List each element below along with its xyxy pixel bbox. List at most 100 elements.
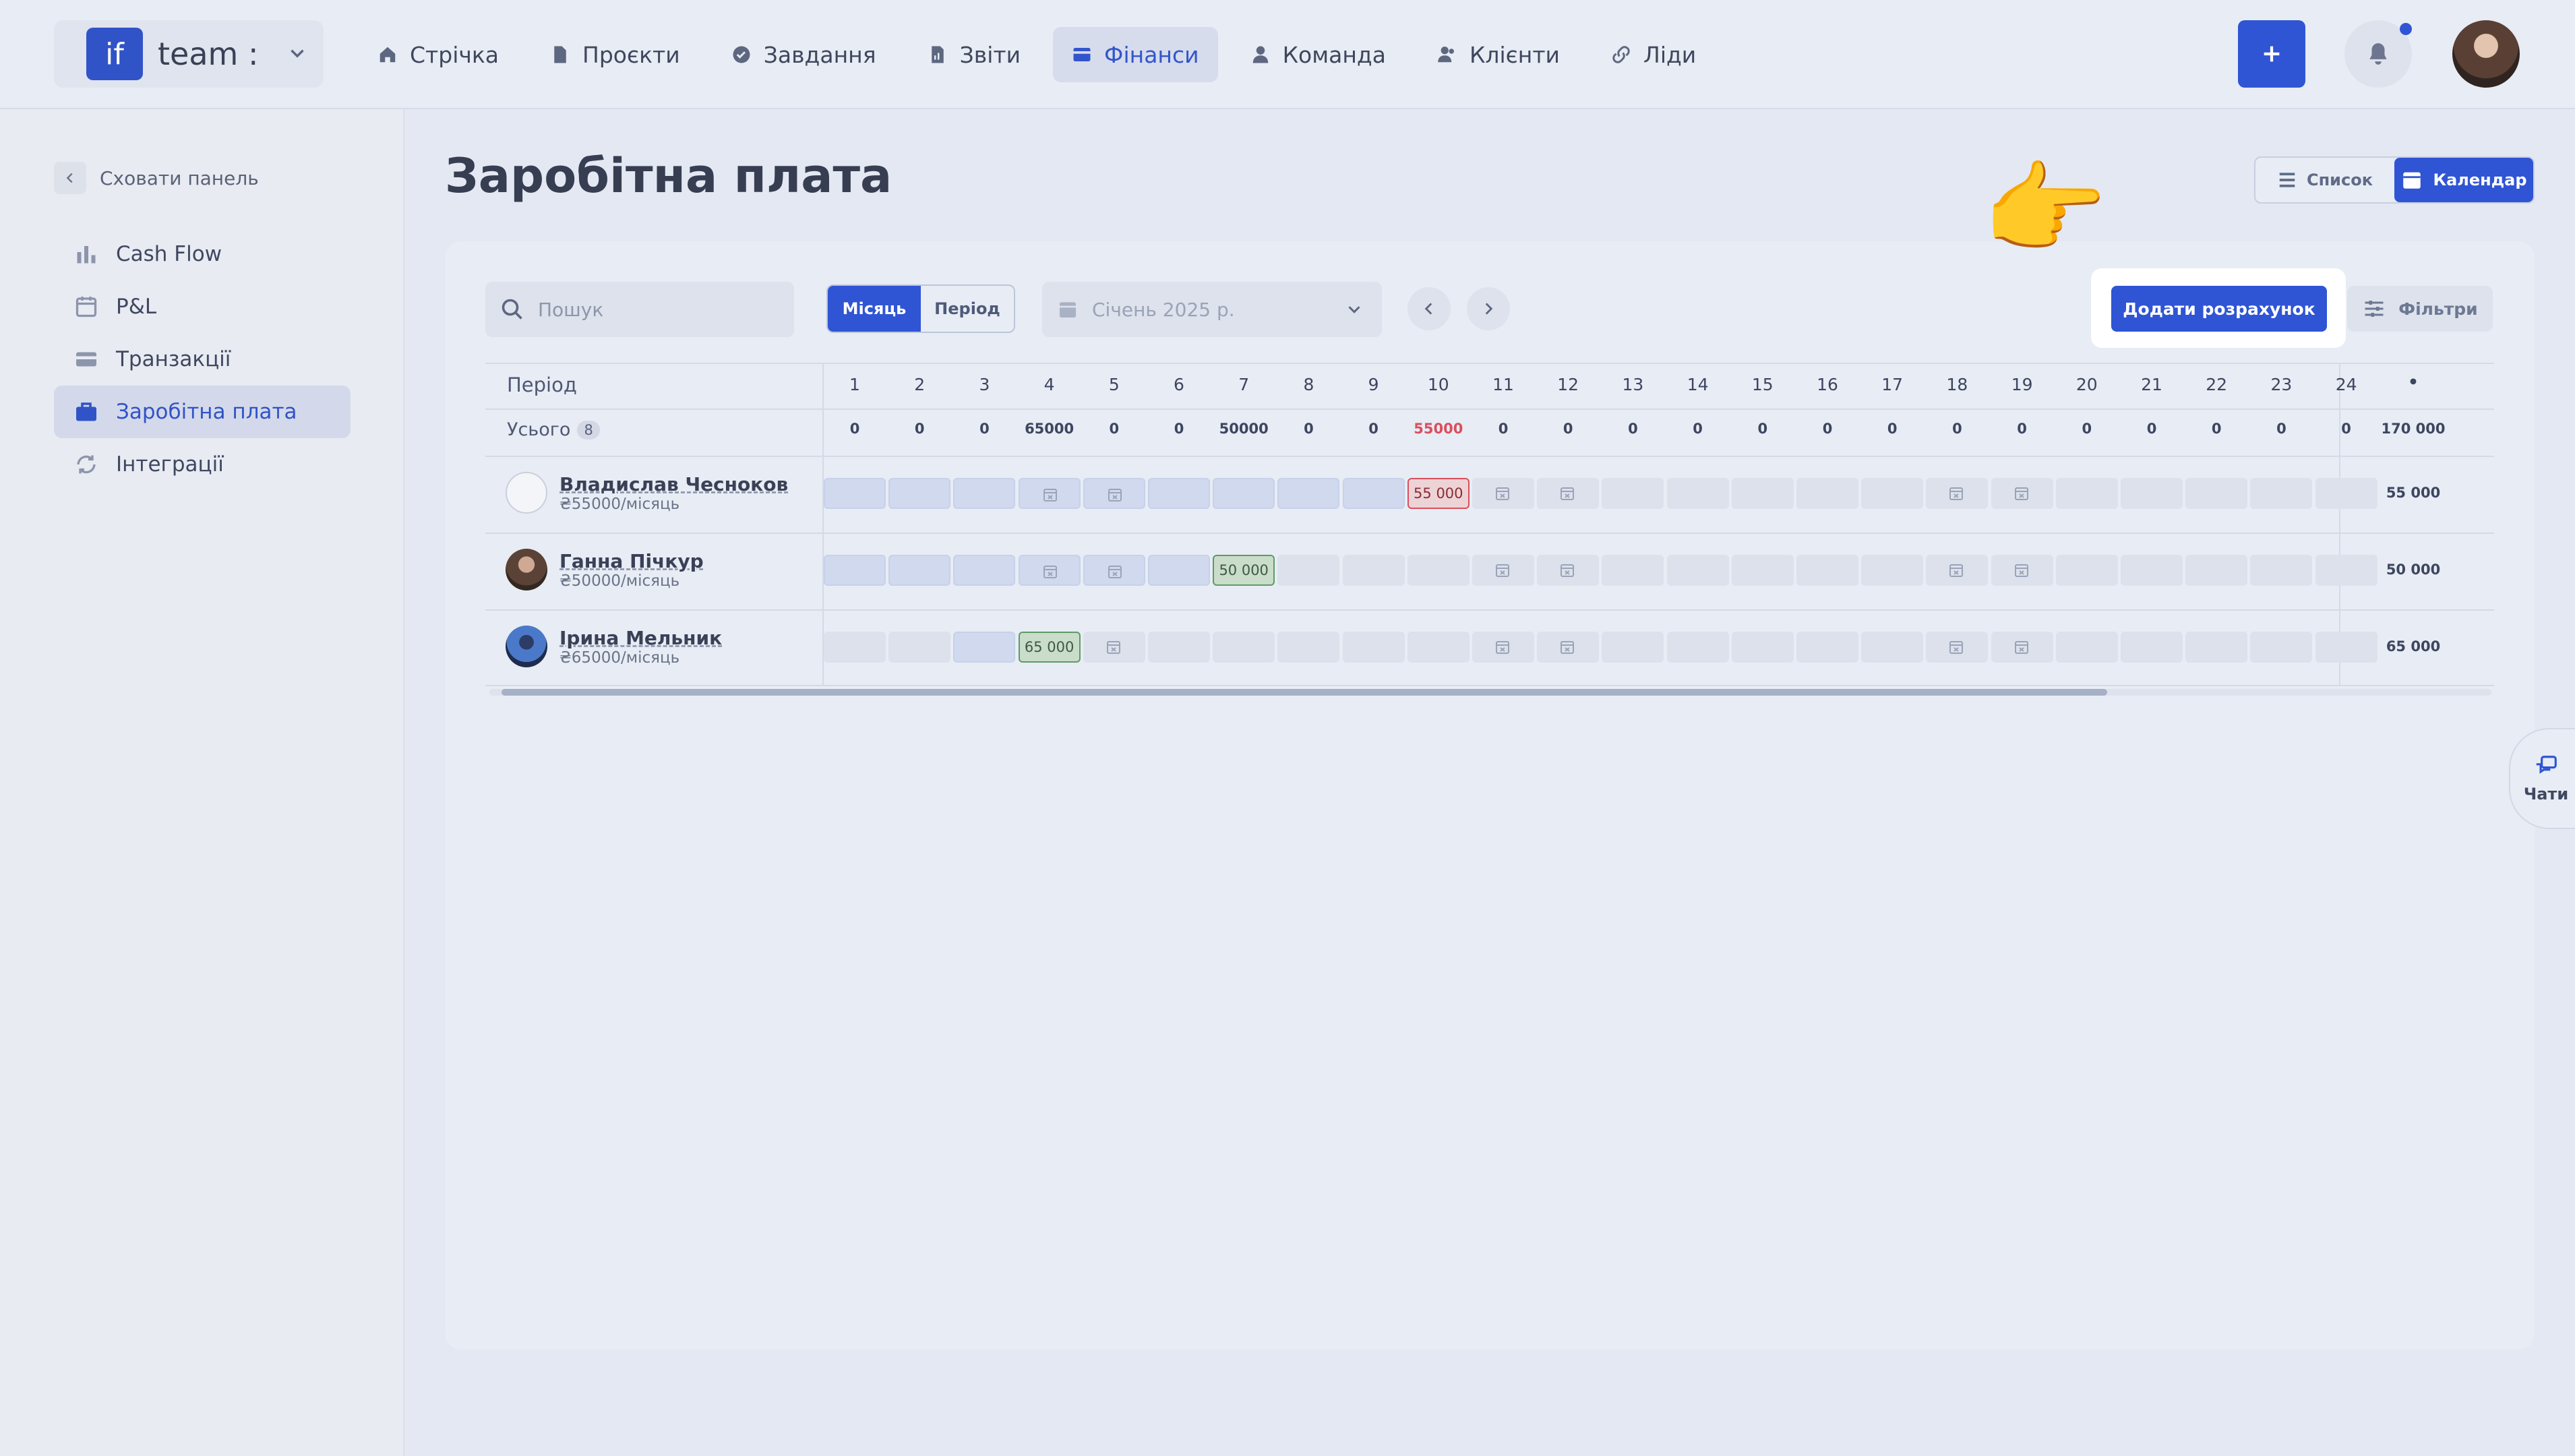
day-cell[interactable]	[888, 478, 951, 509]
search-input[interactable]: Пошук	[485, 282, 794, 337]
filters-button[interactable]: Фільтри	[2347, 286, 2493, 332]
day-cell[interactable]	[1342, 632, 1405, 663]
scrollbar-thumb[interactable]	[502, 689, 2107, 696]
employee-row-1[interactable]: Ганна Пічкур ₴50000/місяць	[506, 549, 704, 590]
day-cell[interactable]	[1537, 632, 1600, 663]
day-cell[interactable]	[1472, 555, 1534, 586]
day-cell[interactable]	[1731, 632, 1794, 663]
nav-item-finance[interactable]: Фінанси	[1053, 27, 1218, 82]
day-cell[interactable]	[953, 478, 1016, 509]
nav-item-projects[interactable]: Проєкти	[531, 27, 699, 82]
day-cell[interactable]	[2185, 478, 2248, 509]
day-cell[interactable]	[1018, 555, 1081, 586]
day-cell[interactable]	[1731, 478, 1794, 509]
day-cell[interactable]	[1666, 555, 1729, 586]
day-cell[interactable]	[2121, 478, 2183, 509]
day-cell[interactable]	[1991, 555, 2053, 586]
nav-item-tasks[interactable]: Завдання	[713, 27, 895, 82]
day-cell[interactable]	[1277, 632, 1340, 663]
next-month-button[interactable]	[1467, 287, 1510, 330]
day-cell[interactable]	[1018, 478, 1081, 509]
day-cell[interactable]	[1796, 478, 1858, 509]
day-cell[interactable]	[1991, 632, 2053, 663]
day-cell[interactable]	[2055, 632, 2118, 663]
sidebar-item-integrations[interactable]: Інтеграції	[54, 438, 351, 491]
nav-item-reports[interactable]: Звіти	[909, 27, 1039, 82]
day-cell[interactable]	[1537, 555, 1600, 586]
date-picker[interactable]: Січень 2025 р.	[1042, 282, 1382, 337]
day-cell[interactable]	[2250, 478, 2313, 509]
day-cell[interactable]	[1277, 478, 1340, 509]
day-cell[interactable]	[1861, 555, 1924, 586]
day-cell[interactable]	[1666, 478, 1729, 509]
day-cell[interactable]	[1861, 478, 1924, 509]
day-cell[interactable]	[2121, 632, 2183, 663]
day-cell[interactable]	[953, 632, 1016, 663]
day-cell[interactable]	[2250, 555, 2313, 586]
day-cell[interactable]	[1926, 555, 1989, 586]
employee-row-0[interactable]: Владислав Чесноков ₴55000/місяць	[506, 472, 788, 514]
day-cell[interactable]	[1602, 478, 1664, 509]
user-avatar[interactable]	[2452, 20, 2520, 88]
nav-item-clients[interactable]: Клієнти	[1418, 27, 1579, 82]
day-cell[interactable]	[1213, 632, 1275, 663]
nav-item-leads[interactable]: Ліди	[1592, 27, 1715, 82]
day-cell[interactable]	[1537, 478, 1600, 509]
day-cell[interactable]	[2315, 555, 2377, 586]
day-cell[interactable]	[1083, 632, 1145, 663]
employee-name[interactable]: Владислав Чесноков	[559, 473, 788, 495]
payment-badge[interactable]: 65 000	[1018, 632, 1081, 663]
day-cell[interactable]	[2315, 478, 2377, 509]
create-button[interactable]	[2238, 20, 2305, 88]
employee-name[interactable]: Ганна Пічкур	[559, 550, 704, 572]
payment-badge[interactable]: 55 000	[1407, 478, 1470, 509]
day-cell[interactable]	[2055, 478, 2118, 509]
day-cell[interactable]	[824, 478, 886, 509]
day-cell[interactable]	[2185, 632, 2248, 663]
day-cell[interactable]	[1277, 555, 1340, 586]
day-cell[interactable]	[888, 632, 951, 663]
day-cell[interactable]	[1407, 632, 1470, 663]
day-cell[interactable]	[1213, 478, 1275, 509]
day-cell[interactable]	[1472, 478, 1534, 509]
day-cell[interactable]	[1342, 478, 1405, 509]
day-cell[interactable]	[1991, 478, 2053, 509]
day-cell[interactable]	[1861, 632, 1924, 663]
nav-item-team[interactable]: Команда	[1232, 27, 1405, 82]
day-cell[interactable]	[1796, 555, 1858, 586]
nav-item-feed[interactable]: Стрічка	[359, 27, 518, 82]
mode-month-button[interactable]: Місяць	[828, 286, 921, 332]
calendar-view-button[interactable]: Календар	[2394, 158, 2533, 202]
sidebar-item-payroll[interactable]: Заробітна плата	[54, 386, 351, 438]
sidebar-item-pnl[interactable]: P&L	[54, 280, 351, 333]
day-cell[interactable]	[1148, 478, 1210, 509]
day-cell[interactable]	[1926, 632, 1989, 663]
employee-row-2[interactable]: Ірина Мельник ₴65000/місяць	[506, 626, 722, 667]
day-cell[interactable]	[1472, 632, 1534, 663]
workspace-switcher[interactable]: if team :	[54, 20, 324, 88]
day-cell[interactable]	[1148, 632, 1210, 663]
day-cell[interactable]	[1083, 555, 1145, 586]
payment-badge[interactable]: 50 000	[1213, 555, 1275, 586]
day-cell[interactable]	[1796, 632, 1858, 663]
day-cell[interactable]	[824, 632, 886, 663]
sidebar-item-transactions[interactable]: Транзакції	[54, 333, 351, 386]
day-cell[interactable]	[824, 555, 886, 586]
day-cell[interactable]	[1342, 555, 1405, 586]
day-cell[interactable]	[1602, 555, 1664, 586]
mode-period-button[interactable]: Період	[921, 286, 1014, 332]
sidebar-item-cash-flow[interactable]: Cash Flow	[54, 228, 351, 280]
day-cell[interactable]	[1148, 555, 1210, 586]
day-cell[interactable]	[1926, 478, 1989, 509]
day-cell[interactable]	[2055, 555, 2118, 586]
hide-panel-button[interactable]: Сховати панель	[54, 162, 259, 194]
day-cell[interactable]	[2250, 632, 2313, 663]
day-cell[interactable]	[888, 555, 951, 586]
day-cell[interactable]	[953, 555, 1016, 586]
add-calculation-button[interactable]: Додати розрахунок	[2111, 286, 2327, 332]
day-cell[interactable]	[1731, 555, 1794, 586]
day-cell[interactable]	[1602, 632, 1664, 663]
list-view-button[interactable]: Список	[2255, 158, 2394, 202]
horizontal-scrollbar[interactable]	[489, 689, 2491, 696]
day-cell[interactable]	[2315, 632, 2377, 663]
